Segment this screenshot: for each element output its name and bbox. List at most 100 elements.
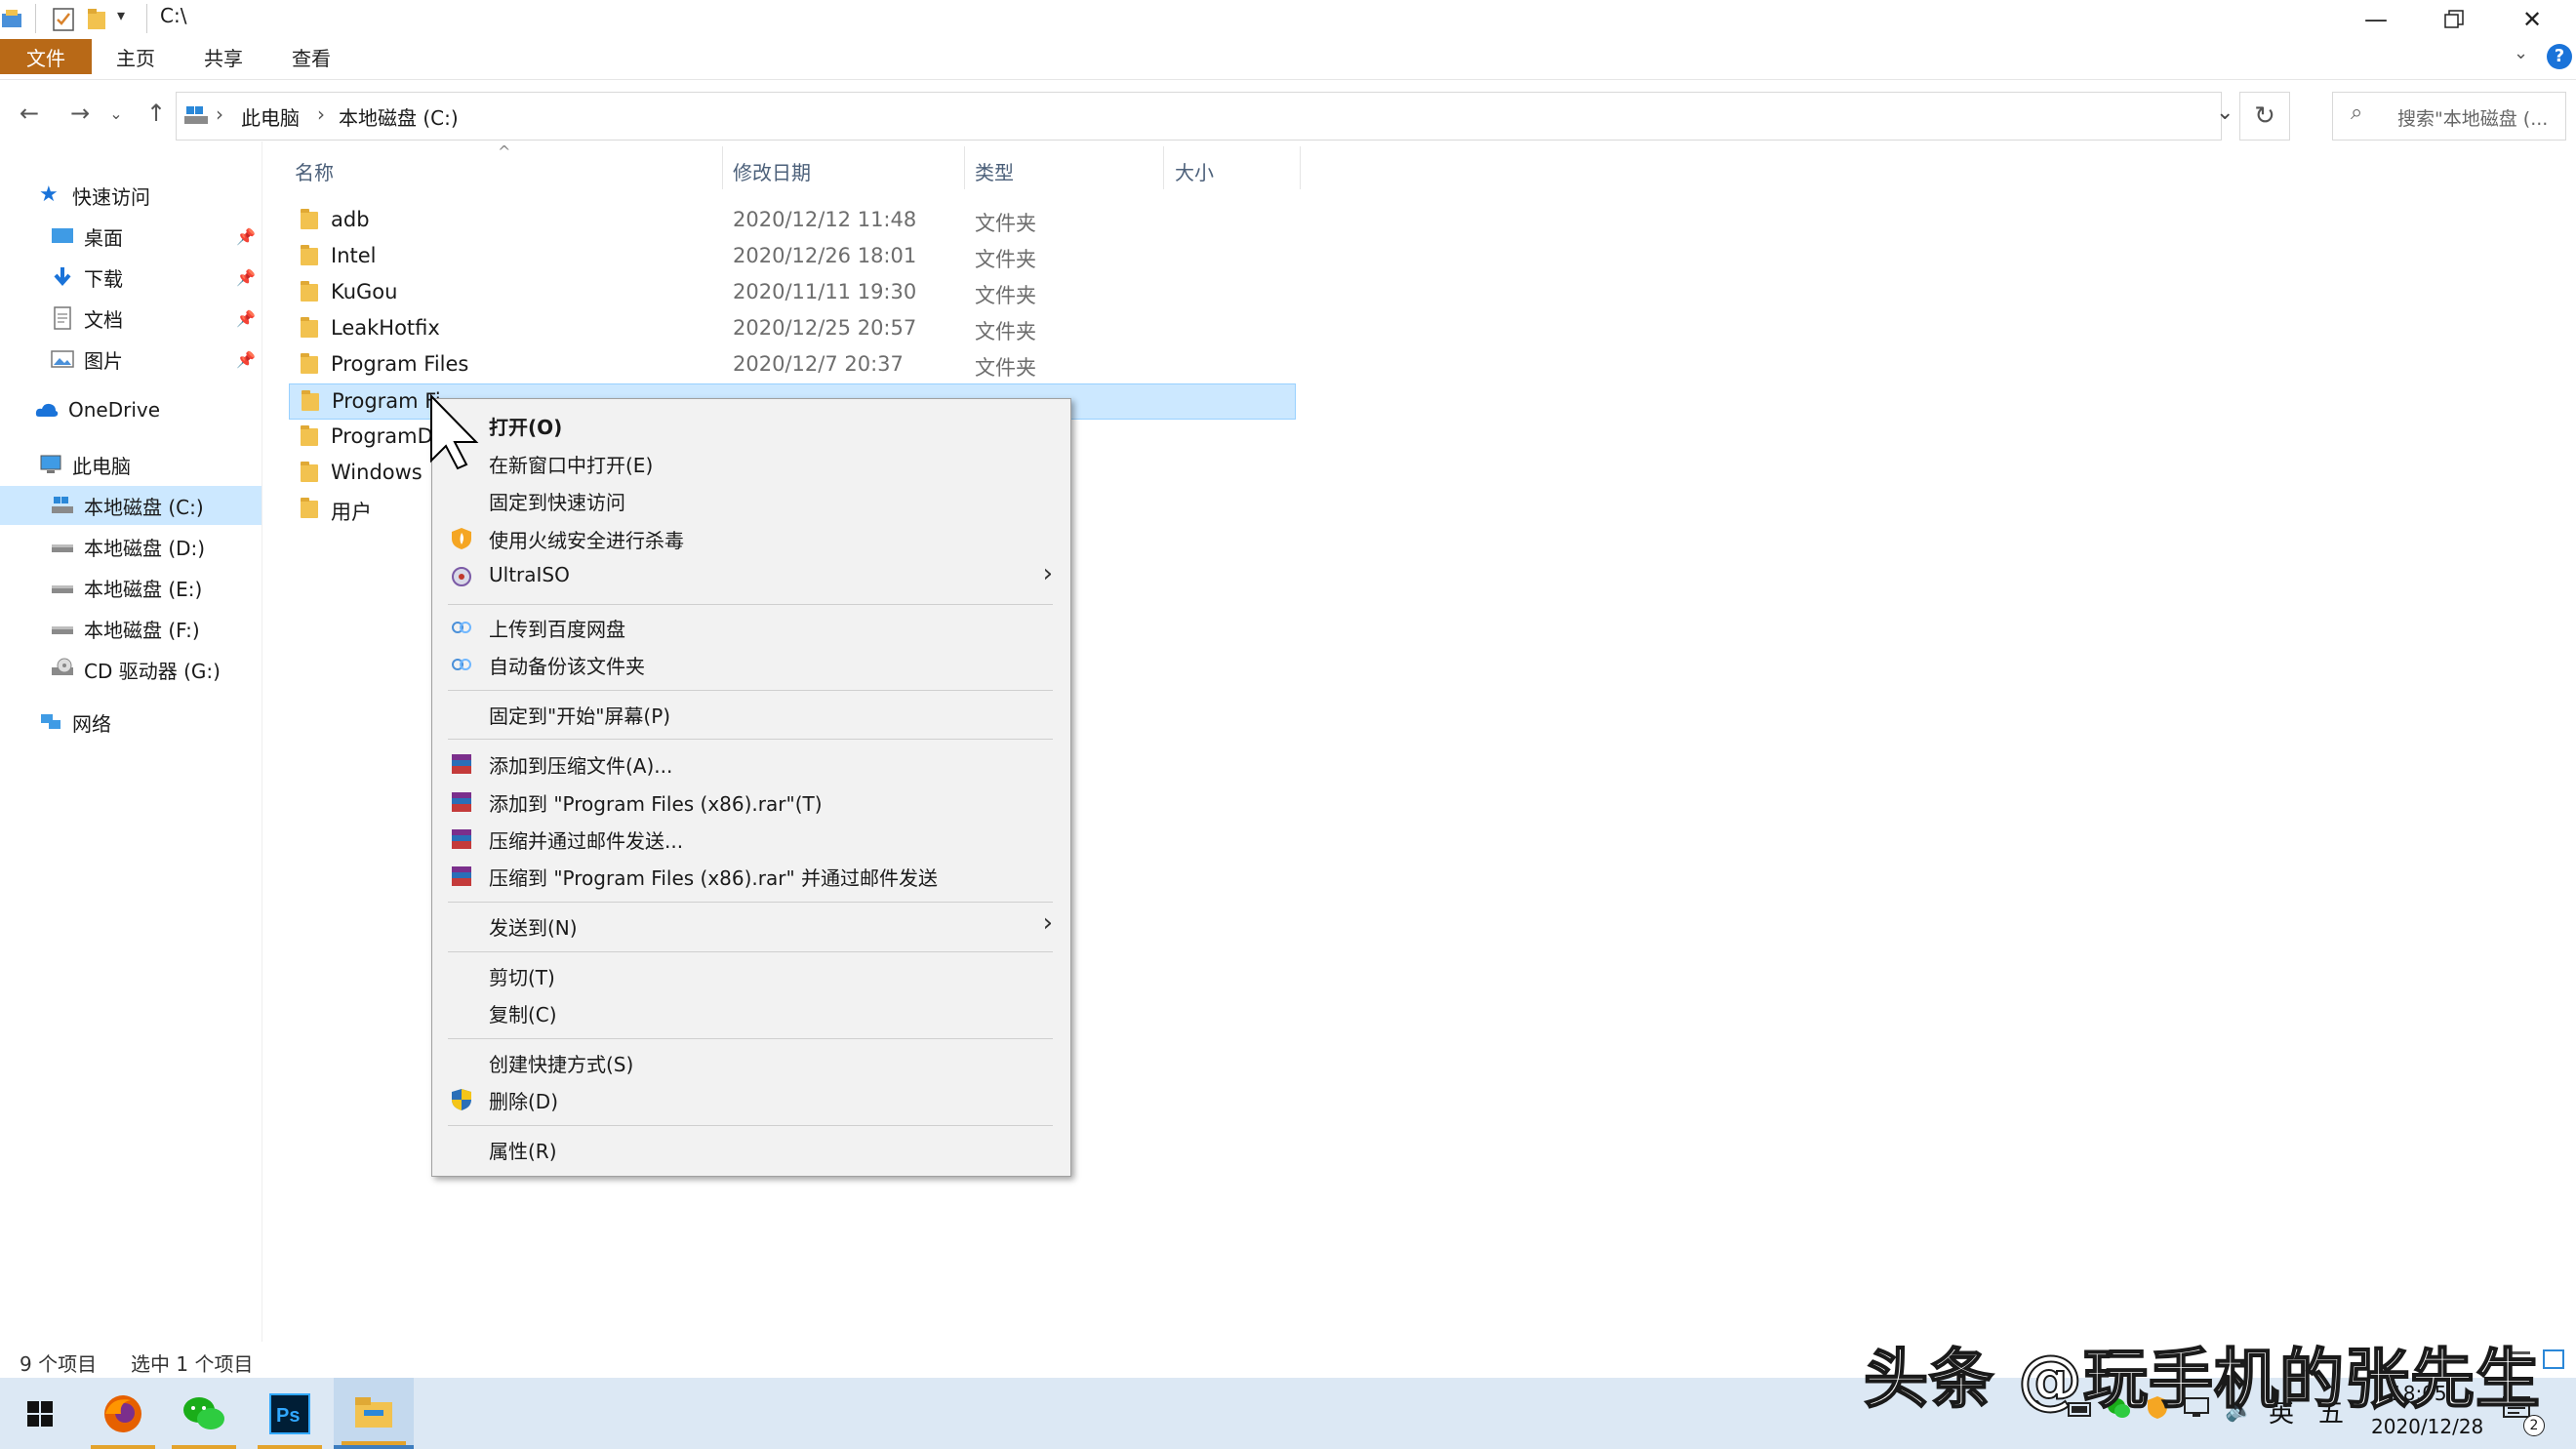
- file-row[interactable]: LeakHotfix 2020/12/25 20:57 文件夹: [289, 311, 1296, 347]
- nav-drive-e[interactable]: 本地磁盘 (E:): [0, 568, 262, 607]
- nav-drive-c[interactable]: 本地磁盘 (C:): [0, 486, 262, 525]
- menu-item-compress-rar-email[interactable]: 压缩到 "Program Files (x86).rar" 并通过邮件发送: [434, 857, 1068, 894]
- nav-drive-d[interactable]: 本地磁盘 (D:): [0, 527, 262, 566]
- maximize-button[interactable]: [2415, 0, 2493, 39]
- running-indicator: [172, 1445, 236, 1449]
- nav-label: OneDrive: [68, 398, 161, 422]
- folder-icon: [301, 425, 318, 446]
- file-name: Program Files: [331, 352, 469, 376]
- file-name: 用户: [331, 501, 372, 524]
- column-separator[interactable]: [722, 146, 723, 189]
- customize-toolbar-icon[interactable]: ▾: [117, 6, 125, 24]
- file-row[interactable]: KuGou 2020/11/11 19:30 文件夹: [289, 275, 1296, 311]
- menu-item-open-new-window[interactable]: 在新窗口中打开(E): [434, 444, 1068, 481]
- cloud-icon: [35, 403, 59, 417]
- pin-icon[interactable]: 📌: [236, 268, 256, 287]
- menu-separator: [448, 739, 1053, 740]
- menu-item-send-to[interactable]: 发送到(N) ›: [434, 906, 1068, 944]
- menu-separator: [448, 690, 1053, 691]
- nav-drive-f[interactable]: 本地磁盘 (F:): [0, 609, 262, 648]
- watermark: 头条 @玩手机的张先生: [1863, 1341, 2541, 1418]
- back-button[interactable]: ←: [10, 86, 49, 141]
- menu-item-cut[interactable]: 剪切(T): [434, 956, 1068, 993]
- menu-item-huorong-scan[interactable]: 使用火绒安全进行杀毒: [434, 519, 1068, 556]
- file-name: Intel: [331, 244, 377, 267]
- menu-label: 添加到压缩文件(A)...: [489, 754, 673, 778]
- large-icons-view-icon[interactable]: [2543, 1348, 2564, 1370]
- menu-item-ultraiso[interactable]: UltraISO ›: [434, 557, 1068, 594]
- tab-home[interactable]: 主页: [98, 39, 174, 74]
- nav-item-downloads[interactable]: 下载 📌: [0, 258, 262, 297]
- menu-item-add-rar[interactable]: 添加到 "Program Files (x86).rar"(T): [434, 783, 1068, 820]
- minimize-button[interactable]: —: [2337, 0, 2415, 39]
- nav-label: 本地磁盘 (C:): [84, 495, 204, 519]
- network-icon: [41, 714, 60, 729]
- file-row[interactable]: adb 2020/12/12 11:48 文件夹: [289, 203, 1296, 239]
- menu-item-pin-start[interactable]: 固定到"开始"屏幕(P): [434, 695, 1068, 732]
- menu-item-properties[interactable]: 属性(R): [434, 1130, 1068, 1167]
- nav-onedrive[interactable]: OneDrive: [0, 390, 262, 429]
- address-bar[interactable]: › 此电脑 › 本地磁盘 (C:) ⌄: [176, 92, 2234, 141]
- help-icon[interactable]: ?: [2547, 44, 2572, 69]
- breadcrumb-this-pc[interactable]: 此电脑: [241, 102, 300, 131]
- column-header-type[interactable]: 类型: [975, 156, 1160, 185]
- breadcrumb-drive-c[interactable]: 本地磁盘 (C:): [339, 102, 459, 131]
- firefox-icon: [104, 1394, 141, 1432]
- pin-icon[interactable]: 📌: [236, 227, 256, 246]
- new-folder-icon[interactable]: [86, 6, 109, 33]
- menu-item-create-shortcut[interactable]: 创建快捷方式(S): [434, 1043, 1068, 1080]
- column-header-size[interactable]: 大小: [1175, 156, 1302, 185]
- nav-item-documents[interactable]: 文档 📌: [0, 299, 262, 338]
- nav-item-pictures[interactable]: 图片 📌: [0, 340, 262, 379]
- nav-label: 下载: [84, 266, 123, 291]
- tab-view[interactable]: 查看: [273, 39, 349, 74]
- chevron-right-icon: ›: [1042, 559, 1053, 588]
- menu-item-pin-quick-access[interactable]: 固定到快速访问: [434, 481, 1068, 518]
- search-input[interactable]: ⌕ 搜索"本地磁盘 (...: [2332, 92, 2566, 141]
- menu-item-add-archive[interactable]: 添加到压缩文件(A)...: [434, 745, 1068, 782]
- column-header-name[interactable]: 名称 ^: [295, 142, 720, 185]
- nav-label: 桌面: [84, 225, 123, 250]
- menu-item-open[interactable]: 打开(O): [434, 406, 1068, 443]
- menu-label: 发送到(N): [489, 916, 578, 940]
- file-row[interactable]: Intel 2020/12/26 18:01 文件夹: [289, 239, 1296, 275]
- menu-item-delete[interactable]: 删除(D): [434, 1080, 1068, 1117]
- nav-drive-g[interactable]: CD 驱动器 (G:): [0, 650, 262, 689]
- menu-separator: [448, 604, 1053, 605]
- column-separator[interactable]: [1163, 146, 1164, 189]
- file-name: ProgramD: [331, 424, 433, 448]
- menu-item-upload-baidu[interactable]: 上传到百度网盘: [434, 608, 1068, 645]
- tab-share[interactable]: 共享: [185, 39, 262, 74]
- recent-locations-icon[interactable]: ⌄: [101, 86, 131, 141]
- nav-item-desktop[interactable]: 桌面 📌: [0, 217, 262, 256]
- column-header-modified[interactable]: 修改日期: [733, 156, 963, 185]
- forward-button[interactable]: →: [60, 86, 100, 141]
- taskbar-wechat[interactable]: [164, 1378, 244, 1449]
- properties-icon[interactable]: [51, 6, 76, 33]
- address-dropdown-icon[interactable]: ⌄: [2216, 101, 2234, 125]
- tab-file[interactable]: 文件: [0, 39, 92, 74]
- menu-item-copy[interactable]: 复制(C): [434, 993, 1068, 1030]
- taskbar-photoshop[interactable]: Ps: [250, 1378, 330, 1449]
- taskbar-file-explorer[interactable]: [334, 1378, 414, 1449]
- expand-ribbon-icon[interactable]: ⌄: [2514, 43, 2528, 63]
- column-separator[interactable]: [1300, 146, 1301, 189]
- nav-network[interactable]: 网络: [0, 703, 262, 742]
- refresh-button[interactable]: ↻: [2239, 92, 2290, 141]
- folder-icon: [301, 462, 318, 482]
- nav-this-pc[interactable]: 此电脑: [0, 445, 262, 484]
- nav-quick-access[interactable]: ★ 快速访问: [0, 176, 262, 215]
- photoshop-icon: Ps: [269, 1392, 310, 1434]
- file-row[interactable]: Program Files 2020/12/7 20:37 文件夹: [289, 347, 1296, 383]
- taskbar-firefox[interactable]: [83, 1378, 163, 1449]
- close-button[interactable]: ✕: [2493, 0, 2571, 39]
- huorong-shield-icon: [452, 528, 471, 549]
- menu-item-auto-backup[interactable]: 自动备份该文件夹: [434, 645, 1068, 682]
- pin-icon[interactable]: 📌: [236, 309, 256, 328]
- column-separator[interactable]: [964, 146, 965, 189]
- up-button[interactable]: ↑: [137, 86, 176, 141]
- menu-item-compress-email[interactable]: 压缩并通过邮件发送...: [434, 820, 1068, 857]
- start-button[interactable]: [0, 1378, 80, 1449]
- pin-icon[interactable]: 📌: [236, 350, 256, 369]
- context-menu: 打开(O) 在新窗口中打开(E) 固定到快速访问 使用火绒安全进行杀毒 Ultr…: [431, 398, 1071, 1177]
